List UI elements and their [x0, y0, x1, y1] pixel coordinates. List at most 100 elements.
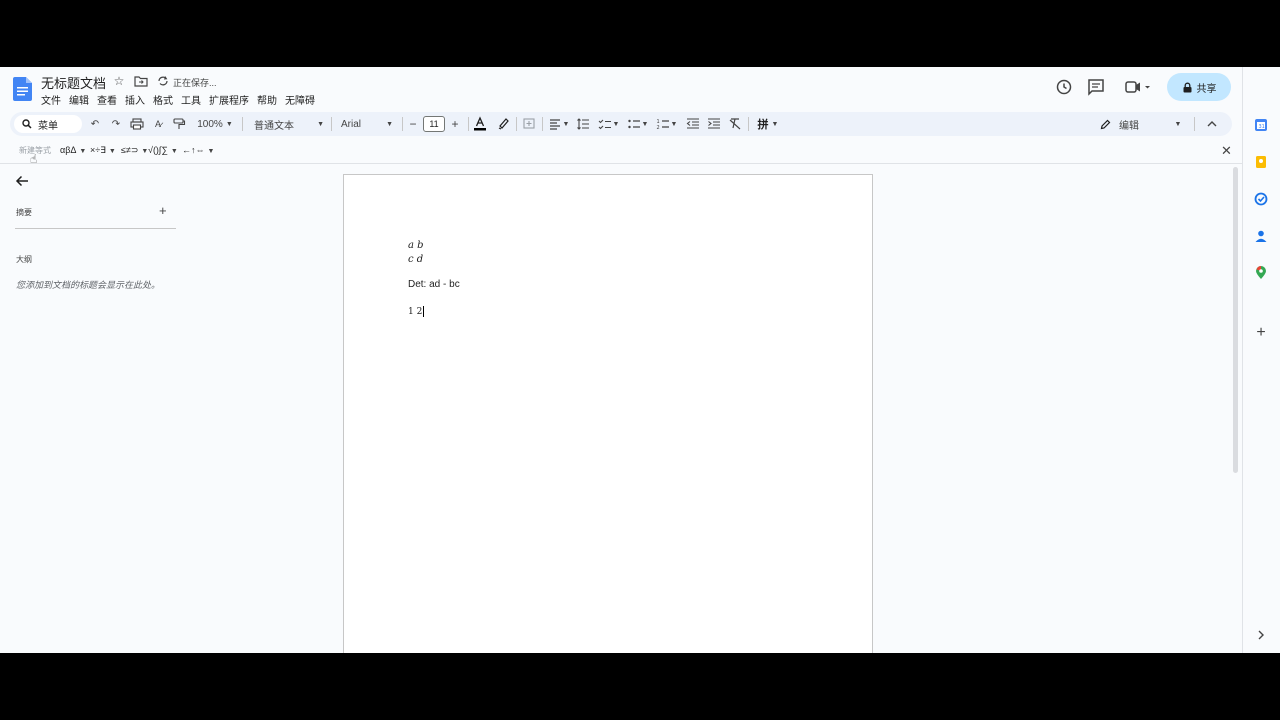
chevron-down-icon: ▼	[79, 148, 87, 155]
font-select[interactable]: Arial ▼	[341, 112, 393, 136]
toolbar-divider	[1194, 117, 1195, 131]
document-title[interactable]: 无标题文档	[41, 73, 106, 92]
font-size-input[interactable]: 11	[423, 116, 445, 132]
svg-text:2: 2	[657, 125, 660, 131]
toolbar: 菜单 ↶ ↷ A̷ 100% ▼ 普通文本 ▼ Arial ▼ − 11 + ▼ ▼ …	[10, 112, 1232, 136]
toolbar-divider	[542, 117, 543, 131]
menu-view[interactable]: 查看	[97, 92, 117, 107]
chevron-down-icon: ▼	[317, 120, 324, 128]
contacts-icon[interactable]	[1254, 229, 1268, 243]
chevron-right-icon[interactable]	[1254, 628, 1268, 642]
undo-icon[interactable]: ↶	[88, 112, 102, 136]
comments-icon[interactable]	[1085, 76, 1107, 98]
input-tools-button[interactable]: 拼 ▼	[755, 112, 781, 136]
toolbar-divider	[748, 117, 749, 131]
maps-icon[interactable]	[1254, 266, 1268, 280]
insert-comment-icon[interactable]	[522, 112, 536, 136]
equation-input-text: 1 2	[408, 307, 423, 317]
clear-formatting-icon[interactable]	[728, 112, 742, 136]
sync-icon	[158, 76, 168, 86]
share-button[interactable]: 共享	[1167, 73, 1231, 101]
matrix-row-1[interactable]: a b	[408, 240, 424, 251]
relations-menu[interactable]: ≤≠⊃ ▼	[121, 145, 148, 156]
arrows-menu[interactable]: ←↑⇔ ▼	[182, 145, 214, 155]
search-icon	[22, 119, 32, 129]
svg-text:31: 31	[1259, 124, 1265, 130]
text-cursor	[423, 306, 425, 317]
calendar-icon[interactable]: 31	[1254, 118, 1268, 132]
decrease-indent-icon[interactable]	[686, 112, 700, 136]
chevron-down-icon: ▼	[207, 148, 215, 155]
zoom-select[interactable]: 100% ▼	[194, 112, 236, 136]
misc-operations-menu[interactable]: ×÷∃ ▼	[90, 145, 116, 156]
menu-extensions[interactable]: 扩展程序	[209, 92, 249, 107]
move-folder-icon[interactable]	[134, 74, 148, 88]
add-app-icon[interactable]: +	[1254, 325, 1268, 341]
collapse-menus-icon[interactable]	[1205, 112, 1219, 136]
menu-search[interactable]: 菜单	[14, 115, 82, 133]
menu-tools[interactable]: 工具	[181, 92, 201, 107]
editing-mode-label: 编辑	[1119, 120, 1139, 132]
summary-heading: 摘要	[16, 208, 32, 217]
menu-accessibility[interactable]: 无障碍	[285, 92, 315, 107]
vertical-scrollbar[interactable]	[1233, 167, 1238, 473]
decrease-font-size-icon[interactable]: −	[407, 112, 419, 136]
menu-file[interactable]: 文件	[41, 92, 61, 107]
redo-icon[interactable]: ↷	[109, 112, 123, 136]
chevron-down-icon[interactable]: ▼	[642, 112, 649, 136]
print-icon[interactable]	[130, 112, 144, 136]
close-icon[interactable]: ✕	[1221, 143, 1232, 159]
chevron-down-icon: ▼	[108, 148, 116, 155]
math-operators-label: √()∫∑	[148, 145, 168, 155]
menu-insert[interactable]: 插入	[125, 92, 145, 107]
menu-bar: 文件 编辑 查看 插入 格式 工具 扩展程序 帮助 无障碍	[41, 92, 323, 107]
document-page[interactable]: a b c d Det: ad - bc 1 2	[343, 174, 873, 653]
checklist-icon[interactable]	[598, 112, 612, 136]
editing-mode-select[interactable]: 编辑	[1100, 112, 1180, 136]
menu-help[interactable]: 帮助	[257, 92, 277, 107]
greek-letters-menu[interactable]: αβΔ ▼	[60, 145, 86, 155]
meet-video-icon[interactable]	[1122, 76, 1154, 98]
toolbar-divider	[331, 117, 332, 131]
text-color-icon[interactable]	[473, 112, 487, 136]
toolbar-divider	[242, 117, 243, 131]
menu-format[interactable]: 格式	[153, 92, 173, 107]
misc-operations-label: ×÷∃	[90, 145, 106, 155]
outline-side-panel: 摘要 + 大纲 您添加到文档的标题会显示在此处。	[0, 165, 180, 653]
spellcheck-icon[interactable]: A̷	[151, 112, 165, 136]
matrix-row-2[interactable]: c d	[408, 254, 423, 265]
font-value: Arial	[341, 118, 362, 130]
tasks-icon[interactable]	[1254, 192, 1268, 206]
add-summary-icon[interactable]: +	[159, 203, 167, 218]
line-spacing-icon[interactable]	[576, 112, 590, 136]
math-operators-menu[interactable]: √()∫∑ ▼	[148, 145, 178, 155]
version-history-icon[interactable]	[1053, 76, 1075, 98]
chevron-down-icon: ▼	[225, 120, 233, 128]
menu-search-label: 菜单	[38, 120, 58, 132]
highlight-color-icon[interactable]	[496, 112, 510, 136]
increase-font-size-icon[interactable]: +	[449, 112, 461, 136]
style-select[interactable]: 普通文本 ▼	[254, 112, 324, 136]
paint-format-icon[interactable]	[172, 112, 186, 136]
increase-indent-icon[interactable]	[707, 112, 721, 136]
bulleted-list-icon[interactable]	[627, 112, 641, 136]
align-left-icon[interactable]	[548, 112, 562, 136]
arrows-label: ←↑⇔	[182, 145, 205, 155]
numbered-list-icon[interactable]: 12	[656, 112, 670, 136]
star-icon[interactable]: ☆	[112, 74, 126, 88]
menu-edit[interactable]: 编辑	[69, 92, 89, 107]
equation-input[interactable]: 1 2	[408, 306, 425, 317]
chevron-down-icon[interactable]: ▼	[613, 112, 620, 136]
pencil-icon	[1100, 119, 1111, 129]
determinant-text[interactable]: Det: ad - bc	[408, 279, 460, 290]
toolbar-divider	[402, 117, 403, 131]
chevron-down-icon[interactable]: ▼	[671, 112, 678, 136]
chevron-down-icon: ▼	[771, 120, 779, 128]
zoom-value: 100%	[197, 118, 223, 130]
chevron-down-icon[interactable]: ▼	[1173, 112, 1183, 136]
back-arrow-icon[interactable]	[14, 173, 30, 189]
chevron-down-icon[interactable]: ▼	[563, 112, 570, 136]
docs-logo-icon[interactable]	[13, 77, 32, 101]
toolbar-divider	[516, 117, 517, 131]
keep-icon[interactable]	[1254, 155, 1268, 169]
